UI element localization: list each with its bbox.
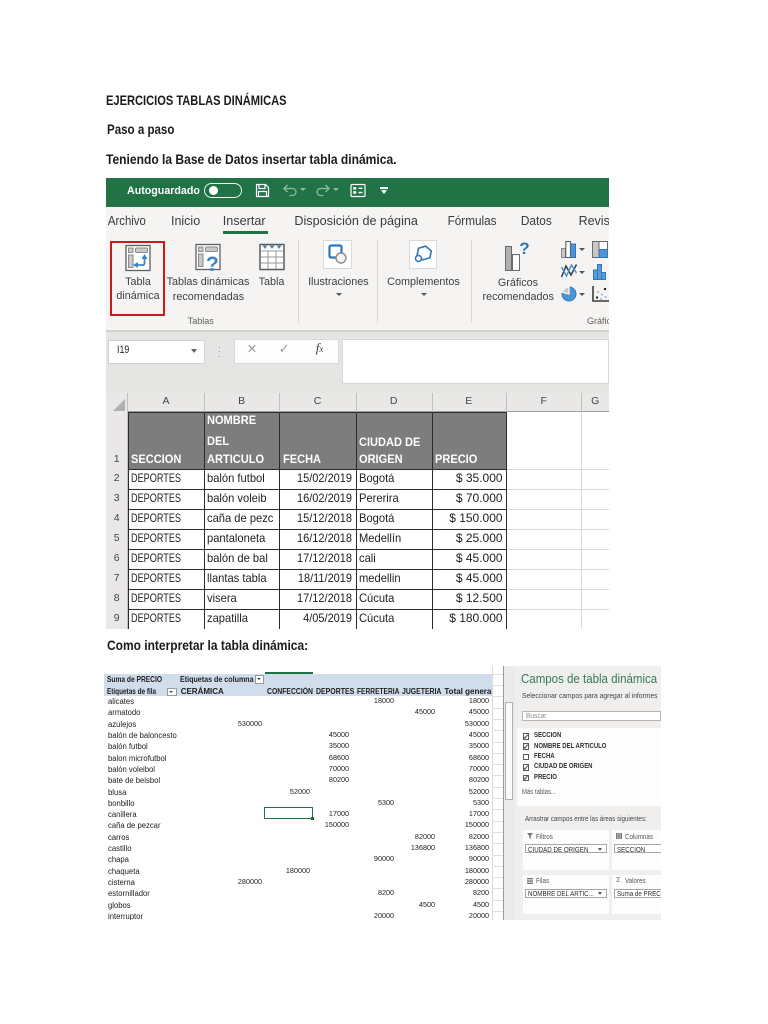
svg-text:?: ? bbox=[206, 253, 219, 273]
